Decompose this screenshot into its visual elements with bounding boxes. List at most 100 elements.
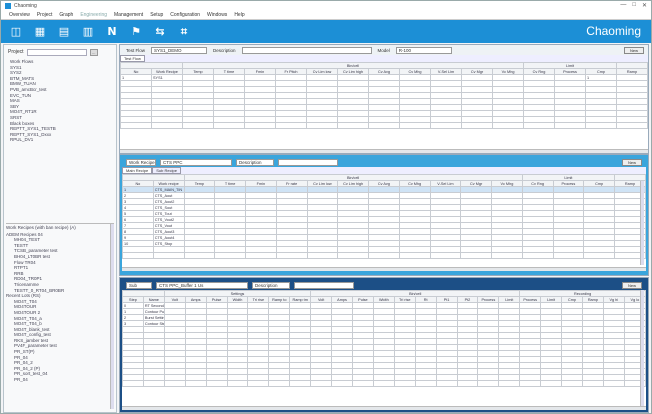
table-cell[interactable] — [247, 380, 270, 387]
table-cell[interactable] — [122, 380, 144, 387]
table-cell[interactable] — [461, 122, 493, 129]
n-icon[interactable]: N — [105, 25, 119, 38]
tab-main-recipe[interactable]: Main Recipe — [122, 167, 153, 174]
description-input[interactable] — [294, 281, 354, 289]
tab-test-flow[interactable]: Test Flow — [120, 55, 145, 62]
grid-icon[interactable]: ◫ — [9, 25, 23, 38]
table-cell[interactable] — [306, 252, 339, 259]
table-cell[interactable] — [213, 122, 245, 129]
table-cell[interactable] — [552, 252, 585, 259]
table-cell[interactable] — [523, 122, 555, 129]
table-cell[interactable] — [456, 380, 479, 387]
flag-icon[interactable]: ⚑ — [129, 25, 143, 38]
tree-item[interactable]: PR_04 — [6, 377, 114, 383]
horizontal-scrollbar[interactable] — [122, 267, 646, 271]
table-cell[interactable] — [205, 380, 228, 387]
menu-overview[interactable]: Overview — [9, 12, 30, 18]
horizontal-scrollbar[interactable] — [120, 149, 648, 153]
table-cell[interactable] — [337, 122, 369, 129]
code-icon[interactable]: ⌗ — [177, 25, 191, 39]
layers-icon[interactable]: ▤ — [57, 25, 71, 38]
connect-icon[interactable]: ⇆ — [153, 25, 167, 38]
table-cell[interactable] — [120, 122, 152, 129]
close-button[interactable]: ✕ — [642, 2, 647, 9]
table-cell[interactable] — [268, 380, 291, 387]
table-cell[interactable] — [554, 122, 586, 129]
table-cell[interactable] — [519, 380, 542, 387]
table-cell[interactable] — [226, 380, 249, 387]
table-cell[interactable] — [337, 252, 369, 259]
table-row[interactable] — [120, 122, 648, 129]
table-cell[interactable] — [351, 380, 374, 387]
table-cell[interactable] — [581, 380, 604, 387]
table-cell[interactable] — [430, 122, 462, 129]
table-cell[interactable] — [306, 122, 338, 129]
table-cell[interactable] — [399, 122, 431, 129]
table-cell[interactable] — [184, 380, 207, 387]
project-browse-button[interactable]: … — [89, 48, 98, 56]
maximize-button[interactable]: □ — [632, 2, 636, 9]
table-cell[interactable] — [244, 122, 276, 129]
table-cell[interactable] — [368, 252, 400, 259]
menu-management[interactable]: Management — [114, 12, 143, 18]
table-cell[interactable] — [152, 252, 185, 259]
menu-help[interactable]: Help — [234, 12, 244, 18]
description-input[interactable] — [278, 158, 338, 166]
new-work-recipe-button[interactable]: New — [622, 158, 642, 166]
table-cell[interactable] — [435, 380, 458, 387]
table-cell[interactable] — [183, 252, 216, 259]
menu-project[interactable]: Project — [37, 12, 53, 18]
table-cell[interactable] — [275, 122, 307, 129]
tab-sub-recipe[interactable]: Sub Recipe — [152, 167, 181, 174]
table-cell[interactable] — [414, 380, 437, 387]
table-cell[interactable] — [585, 122, 617, 129]
table-cell[interactable] — [616, 122, 648, 129]
menu-windows[interactable]: Windows — [207, 12, 227, 18]
chart-icon[interactable]: ▥ — [81, 25, 95, 38]
new-sub-recipe-button[interactable]: New — [622, 281, 642, 289]
table-cell[interactable] — [142, 380, 165, 387]
table-cell[interactable] — [492, 122, 524, 129]
table-cell[interactable] — [498, 380, 521, 387]
model-input[interactable]: R-100 — [395, 46, 452, 54]
project-input[interactable] — [26, 48, 87, 56]
table-cell[interactable] — [398, 252, 431, 259]
horizontal-scrollbar[interactable] — [122, 406, 646, 410]
work-recipe-input[interactable]: CTS PPC — [160, 158, 232, 166]
table-cell[interactable] — [331, 380, 353, 387]
menu-graph[interactable]: Graph — [59, 12, 73, 18]
table-cell[interactable] — [163, 380, 186, 387]
tree-item[interactable]: RPUL_DV1 — [10, 137, 114, 143]
table-cell[interactable] — [477, 380, 500, 387]
sub-recipe-input[interactable]: CTS PPC_Buffer 1 Us — [156, 281, 248, 289]
menu-setup[interactable]: Setup — [150, 12, 163, 18]
table-cell[interactable] — [122, 252, 154, 259]
table-icon[interactable]: ▦ — [33, 25, 47, 38]
menu-configuration[interactable]: Configuration — [170, 12, 200, 18]
table-cell[interactable] — [245, 252, 277, 259]
table-cell[interactable] — [602, 380, 625, 387]
minimize-button[interactable]: — — [620, 2, 626, 9]
new-test-flow-button[interactable]: New — [624, 46, 644, 54]
table-cell[interactable] — [275, 252, 308, 259]
menu-engineering[interactable]: Engineering — [80, 12, 107, 18]
test-flow-input[interactable]: SYS1_DEMO — [151, 46, 208, 54]
table-cell[interactable] — [182, 122, 214, 129]
table-cell[interactable] — [368, 122, 400, 129]
table-cell[interactable] — [372, 380, 395, 387]
table-cell[interactable] — [460, 252, 492, 259]
table-cell[interactable] — [214, 252, 246, 259]
description-input[interactable] — [241, 46, 372, 54]
table-cell[interactable] — [310, 380, 333, 387]
table-cell[interactable] — [521, 252, 554, 259]
vertical-scrollbar[interactable] — [640, 290, 644, 406]
table-cell[interactable] — [491, 252, 523, 259]
table-cell[interactable] — [393, 380, 416, 387]
vertical-scrollbar[interactable] — [640, 181, 644, 265]
table-cell[interactable] — [429, 252, 462, 259]
table-row[interactable] — [122, 252, 646, 259]
table-cell[interactable] — [583, 252, 615, 259]
table-cell[interactable] — [151, 122, 183, 129]
table-row[interactable] — [122, 380, 647, 387]
table-cell[interactable] — [289, 380, 312, 387]
